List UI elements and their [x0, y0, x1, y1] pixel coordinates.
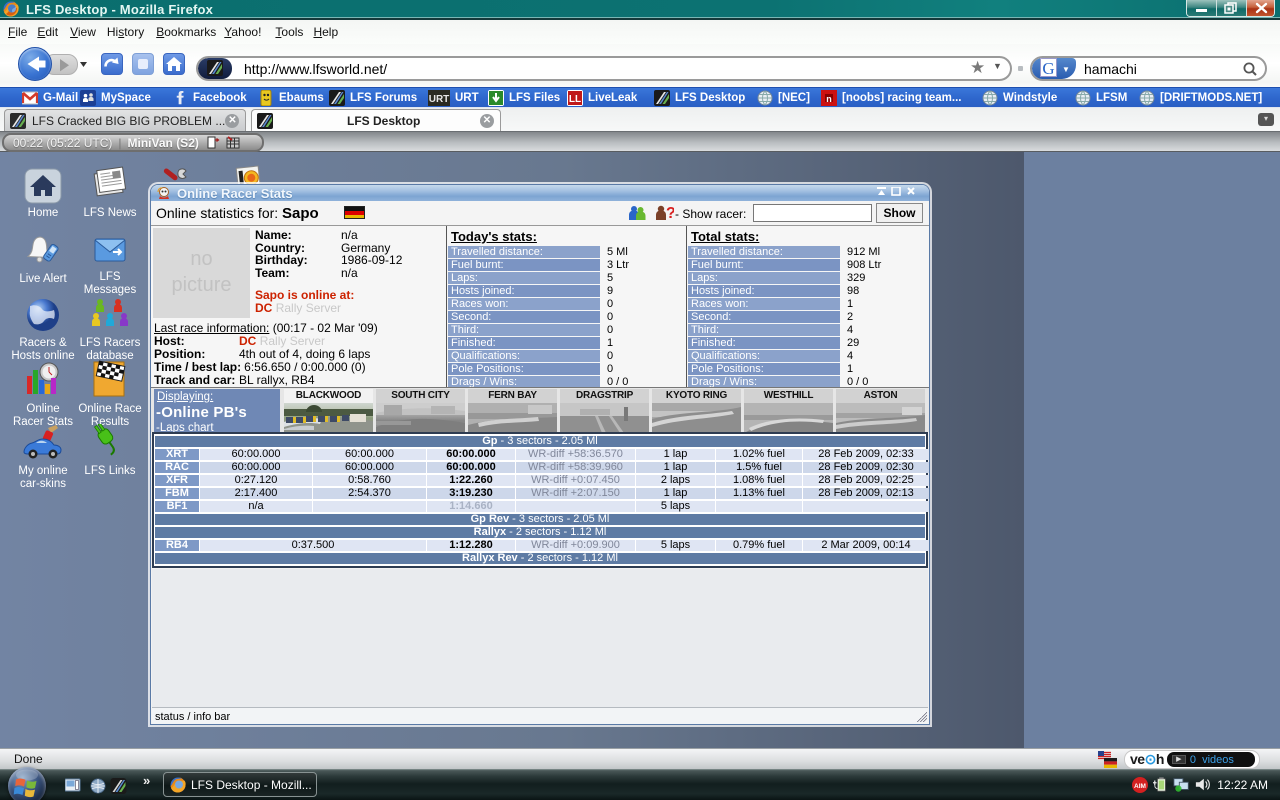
svg-text:URT: URT [429, 94, 450, 105]
svg-text:n: n [826, 94, 832, 104]
svg-text:AIM: AIM [1134, 783, 1146, 790]
svg-text:LL: LL [569, 94, 581, 105]
svg-text:?: ? [666, 205, 674, 221]
